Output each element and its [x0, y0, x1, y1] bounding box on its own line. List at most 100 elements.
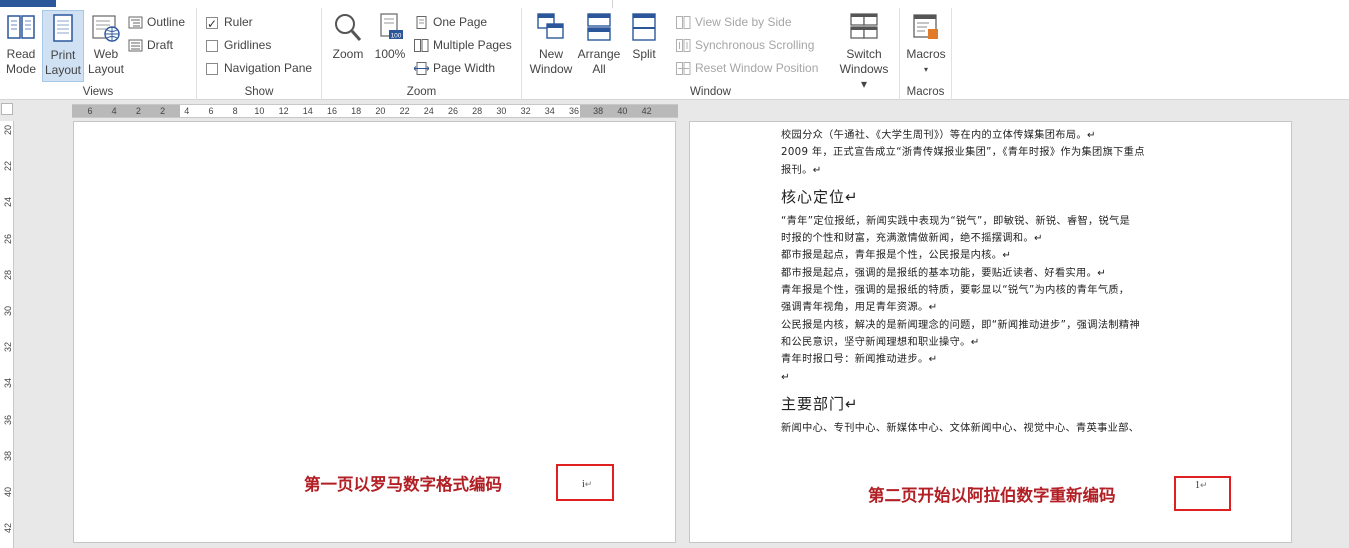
text-line: 强调青年视角，用足青年资源。↵ [781, 302, 938, 314]
tab-selector[interactable] [1, 103, 13, 115]
print-layout-button[interactable]: Print Layout [42, 10, 84, 82]
page-2[interactable]: 校园分众（午通社、《大学生周刊》）等在内的立体传媒集团布局。↵ 2009 年，正式… [689, 121, 1292, 543]
ruler-tick: 36 [568, 106, 580, 116]
page-1-footer-number[interactable]: i↵ [582, 479, 592, 490]
reset-window-position-button[interactable]: Reset Window Position [676, 58, 818, 78]
view-side-by-side-button[interactable]: View Side by Side [676, 12, 792, 32]
paragraph-group-b: “青年”定位报纸，新闻实践中表现为“锐气”，即敏锐、新锐、睿智，锐气是 时报的个性… [781, 213, 1211, 386]
sync-scroll-icon [676, 39, 691, 53]
window-group: New Window Arrange All Split View Side b… [522, 8, 900, 100]
vertical-ruler-tick: 24 [3, 197, 13, 208]
new-window-icon [537, 13, 564, 39]
ruler-tick: 2 [135, 106, 141, 116]
multiple-pages-button[interactable]: Multiple Pages [414, 35, 512, 55]
ruler-tick: 14 [302, 106, 313, 116]
text-line: 时报的个性和财富，充满激情做新闻，绝不摇摆调和。↵ [781, 233, 1043, 245]
navigation-pane-checkbox[interactable]: Navigation Pane [206, 58, 312, 78]
ruler-tick: 16 [326, 106, 338, 116]
ruler-tick: 30 [496, 106, 507, 116]
view-tab[interactable] [612, 0, 1349, 8]
zoom-button[interactable]: Zoom [328, 10, 368, 62]
ribbon: Read Mode Print Layout Web Layout Outlin… [0, 8, 1349, 100]
heading-main-departments: 主要部门↵ [781, 394, 859, 413]
draft-button[interactable]: Draft [128, 35, 173, 55]
page-1[interactable]: 第一页以罗马数字格式编码 i↵ [73, 121, 676, 543]
text-line: 青年时报口号：新闻推动进步。↵ [781, 354, 938, 366]
outline-button[interactable]: Outline [128, 12, 185, 32]
ruler-check-icon[interactable] [206, 14, 218, 34]
vertical-ruler-tick: 20 [3, 125, 13, 136]
views-group-label: Views [82, 86, 114, 98]
ruler-tick: 12 [278, 106, 289, 116]
side-by-side-icon [676, 16, 691, 30]
file-tab[interactable] [0, 0, 56, 7]
macros-group-label: Macros [906, 86, 945, 98]
ruler-tick: 32 [520, 106, 531, 116]
tab-strip [0, 0, 1349, 8]
horizontal-ruler[interactable]: 6 4 2 2 4 6 8 10 12 14 16 18 20 22 24 26 28 30 32 34 36 38 40 4… [72, 104, 678, 118]
ruler-checkbox[interactable]: Ruler [206, 12, 253, 34]
ruler-tick: 2 [160, 106, 166, 116]
ruler-tick: 26 [447, 106, 459, 116]
ruler-tick: 34 [544, 106, 555, 116]
navigation-pane-check-icon[interactable] [206, 62, 218, 75]
vertical-ruler-tick: 40 [3, 487, 13, 498]
text-line: 新闻中心、专刊中心、新媒体中心、文体新闻中心、视觉中心、青英事业部、 [781, 422, 1140, 434]
macros-button[interactable]: Macros ▾ [904, 10, 948, 77]
vertical-ruler-tick: 36 [3, 414, 13, 425]
draft-icon [128, 39, 143, 52]
one-page-icon [416, 16, 427, 30]
switch-windows-label-1: Switch [846, 47, 882, 61]
arrange-all-label-1: Arrange [577, 47, 621, 61]
page-1-para-mark: ↵ [584, 479, 593, 489]
window-group-label: Window [690, 86, 731, 98]
zoom-100-button[interactable]: 100 100% [372, 10, 408, 62]
text-line: 报刊。↵ [781, 164, 822, 176]
views-group: Read Mode Print Layout Web Layout Outlin… [0, 8, 197, 100]
arrange-all-button[interactable]: Arrange All [576, 10, 622, 77]
one-page-button[interactable]: One Page [414, 12, 487, 32]
ruler-tick: 24 [423, 106, 434, 116]
split-label: Split [632, 47, 656, 61]
page-2-body[interactable]: 校园分众（午通社、《大学生周刊》）等在内的立体传媒集团布局。↵ 2009 年，正式… [781, 127, 1211, 437]
text-line: 校园分众（午通社、《大学生周刊》）等在内的立体传媒集团布局。↵ [781, 130, 1096, 141]
reset-window-position-label: Reset Window Position [695, 61, 819, 75]
zoom-label: Zoom [332, 47, 364, 61]
ruler-tick: 4 [184, 106, 190, 116]
page-width-label: Page Width [433, 61, 496, 75]
outline-label: Outline [147, 15, 186, 29]
web-layout-button[interactable]: Web Layout [86, 10, 126, 77]
read-mode-button[interactable]: Read Mode [2, 10, 40, 77]
ruler-tick: 28 [472, 106, 483, 116]
gridlines-label: Gridlines [224, 38, 272, 52]
page-2-footer-number[interactable]: 1↵ [1195, 480, 1208, 491]
synchronous-scrolling-button[interactable]: Synchronous Scrolling [676, 35, 814, 55]
new-window-button[interactable]: New Window [528, 10, 574, 77]
ruler-tick: 10 [254, 106, 265, 116]
web-layout-icon [92, 15, 120, 42]
navigation-pane-label: Navigation Pane [224, 61, 313, 75]
text-line: 和公民意识，坚守新闻理想和职业操守。↵ [781, 336, 980, 348]
paragraph-group-c: 新闻中心、专刊中心、新媒体中心、文体新闻中心、视觉中心、青英事业部、 [781, 420, 1211, 437]
show-group-label: Show [244, 86, 274, 98]
page-1-annotation: 第一页以罗马数字格式编码 [304, 475, 502, 494]
text-line: 2009 年，正式宣告成立“浙青传媒报业集团”，《青年时报》作为集团旗下重点 [781, 147, 1145, 159]
arrange-all-icon [587, 13, 611, 41]
gridlines-check-icon[interactable] [206, 39, 218, 52]
multiple-pages-label: Multiple Pages [433, 38, 512, 52]
paragraph-group-a: 校园分众（午通社、《大学生周刊》）等在内的立体传媒集团布局。↵ 2009 年，正式… [781, 127, 1211, 179]
vertical-ruler[interactable]: 20 22 24 26 28 30 32 34 36 38 40 42 [0, 121, 14, 548]
show-group: Ruler Gridlines Navigation Pane Show [197, 8, 322, 100]
magnifier-icon [335, 14, 362, 41]
split-button[interactable]: Split [626, 10, 662, 62]
ruler-tick: 38 [593, 106, 604, 116]
draft-label: Draft [147, 38, 174, 52]
read-mode-label-2: Mode [5, 62, 37, 76]
text-line: ↵ [781, 371, 790, 383]
gridlines-checkbox[interactable]: Gridlines [206, 35, 271, 55]
page-width-button[interactable]: Page Width [414, 58, 495, 78]
switch-windows-button[interactable]: Switch Windows ▾ [836, 10, 892, 92]
macros-label: Macros [906, 47, 946, 61]
vertical-ruler-tick: 32 [3, 342, 13, 353]
view-side-by-side-label: View Side by Side [695, 15, 792, 29]
